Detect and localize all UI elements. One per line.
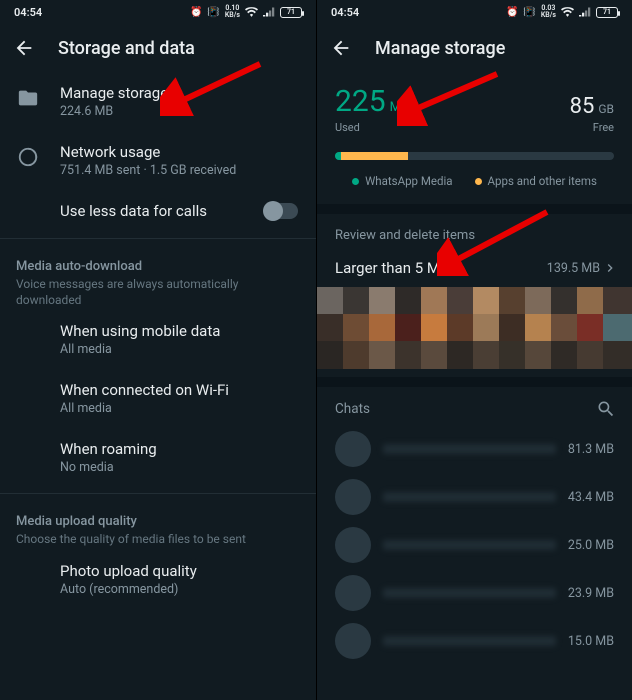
divider: [0, 493, 316, 494]
network-speed: 0.10KB/s: [225, 5, 240, 19]
page-title: Manage storage: [375, 38, 505, 59]
larger-label: Larger than 5 MB: [335, 259, 449, 277]
manage-storage-label: Manage storage: [60, 84, 168, 102]
app-header: Storage and data: [0, 24, 316, 72]
avatar: [335, 431, 371, 467]
chat-name-blurred: [383, 636, 556, 646]
free-value: 85: [570, 94, 595, 119]
storage-legend: WhatsApp Media Apps and other items: [317, 170, 632, 204]
network-usage-label: Network usage: [60, 143, 236, 161]
chat-size: 23.9 MB: [568, 586, 614, 601]
back-button[interactable]: [323, 30, 359, 66]
chats-header: Chats: [317, 387, 632, 425]
chat-size: 81.3 MB: [568, 442, 614, 457]
chat-size: 15.0 MB: [568, 634, 614, 649]
chat-item[interactable]: 15.0 MB: [317, 617, 632, 665]
legend-dot-whatsapp: [352, 178, 359, 185]
mobile-data-item[interactable]: When using mobile data All media: [0, 310, 316, 369]
avatar: [335, 479, 371, 515]
chat-item[interactable]: 43.4 MB: [317, 473, 632, 521]
status-time: 04:54: [331, 6, 359, 19]
status-bar: 04:54 ⏰ 📳 0.03KB/s 71: [317, 0, 632, 24]
storage-bar: [335, 152, 614, 160]
chat-name-blurred: [383, 588, 556, 598]
screen-storage-and-data: 04:54 ⏰ 📳 0.10KB/s 71 Storage and data M…: [0, 0, 316, 700]
chat-name-blurred: [383, 444, 556, 454]
vibrate-icon: 📳: [207, 7, 219, 18]
roaming-item[interactable]: When roaming No media: [0, 428, 316, 487]
upload-quality-header: Media upload quality Choose the quality …: [0, 500, 316, 549]
wifi-icon: [561, 7, 574, 17]
vibrate-icon: 📳: [523, 7, 535, 18]
section-divider: [317, 377, 632, 387]
photo-quality-item[interactable]: Photo upload quality Auto (recommended): [0, 550, 316, 609]
manage-storage-item[interactable]: Manage storage 224.6 MB: [0, 72, 316, 131]
battery-indicator: 71: [280, 7, 302, 18]
use-less-data-item[interactable]: Use less data for calls: [0, 190, 316, 232]
screen-manage-storage: 04:54 ⏰ 📳 0.03KB/s 71 Manage storage 225…: [316, 0, 632, 700]
avatar: [335, 623, 371, 659]
app-header: Manage storage: [317, 24, 632, 72]
chat-size: 25.0 MB: [568, 538, 614, 553]
chat-item[interactable]: 81.3 MB: [317, 425, 632, 473]
chat-name-blurred: [383, 492, 556, 502]
chat-item[interactable]: 25.0 MB: [317, 521, 632, 569]
used-unit: MB: [390, 100, 409, 115]
alarm-icon: ⏰: [506, 7, 518, 18]
wifi-icon: [245, 7, 258, 17]
status-time: 04:54: [14, 6, 42, 19]
larger-size: 139.5 MB: [547, 261, 600, 276]
signal-icon: [263, 7, 275, 17]
larger-than-5mb-item[interactable]: Larger than 5 MB 139.5 MB: [317, 251, 632, 287]
chat-size: 43.4 MB: [568, 490, 614, 505]
media-autodownload-header: Media auto-download Voice messages are a…: [0, 245, 316, 310]
page-title: Storage and data: [58, 38, 195, 59]
avatar: [335, 527, 371, 563]
use-less-data-label: Use less data for calls: [60, 202, 207, 220]
status-bar: 04:54 ⏰ 📳 0.10KB/s 71: [0, 0, 316, 24]
alarm-icon: ⏰: [190, 7, 202, 18]
storage-summary: 225 MB Used 85GB Free: [317, 72, 632, 138]
signal-icon: [579, 7, 591, 17]
used-label: Used: [335, 121, 409, 134]
search-button[interactable]: [596, 399, 616, 419]
media-thumbnails[interactable]: [317, 287, 632, 369]
wifi-item[interactable]: When connected on Wi-Fi All media: [0, 369, 316, 428]
section-divider: [317, 204, 632, 214]
folder-icon: [16, 86, 40, 110]
battery-indicator: 71: [596, 7, 618, 18]
legend-dot-other: [475, 178, 482, 185]
network-speed: 0.03KB/s: [541, 5, 556, 19]
back-button[interactable]: [6, 30, 42, 66]
network-usage-sub: 751.4 MB sent · 1.5 GB received: [60, 163, 236, 178]
network-icon: [16, 145, 40, 169]
free-unit: GB: [598, 102, 614, 116]
used-value: 225: [335, 84, 386, 119]
chats-list: 81.3 MB 43.4 MB 25.0 MB 23.9 MB 15.0 MB: [317, 425, 632, 665]
chat-name-blurred: [383, 540, 556, 550]
free-label: Free: [570, 121, 614, 134]
use-less-data-switch[interactable]: [264, 203, 298, 219]
manage-storage-sub: 224.6 MB: [60, 104, 168, 119]
review-header: Review and delete items: [317, 214, 632, 251]
chevron-right-icon: [602, 260, 618, 276]
chat-item[interactable]: 23.9 MB: [317, 569, 632, 617]
network-usage-item[interactable]: Network usage 751.4 MB sent · 1.5 GB rec…: [0, 131, 316, 190]
search-icon: [596, 399, 616, 419]
divider: [0, 238, 316, 239]
avatar: [335, 575, 371, 611]
